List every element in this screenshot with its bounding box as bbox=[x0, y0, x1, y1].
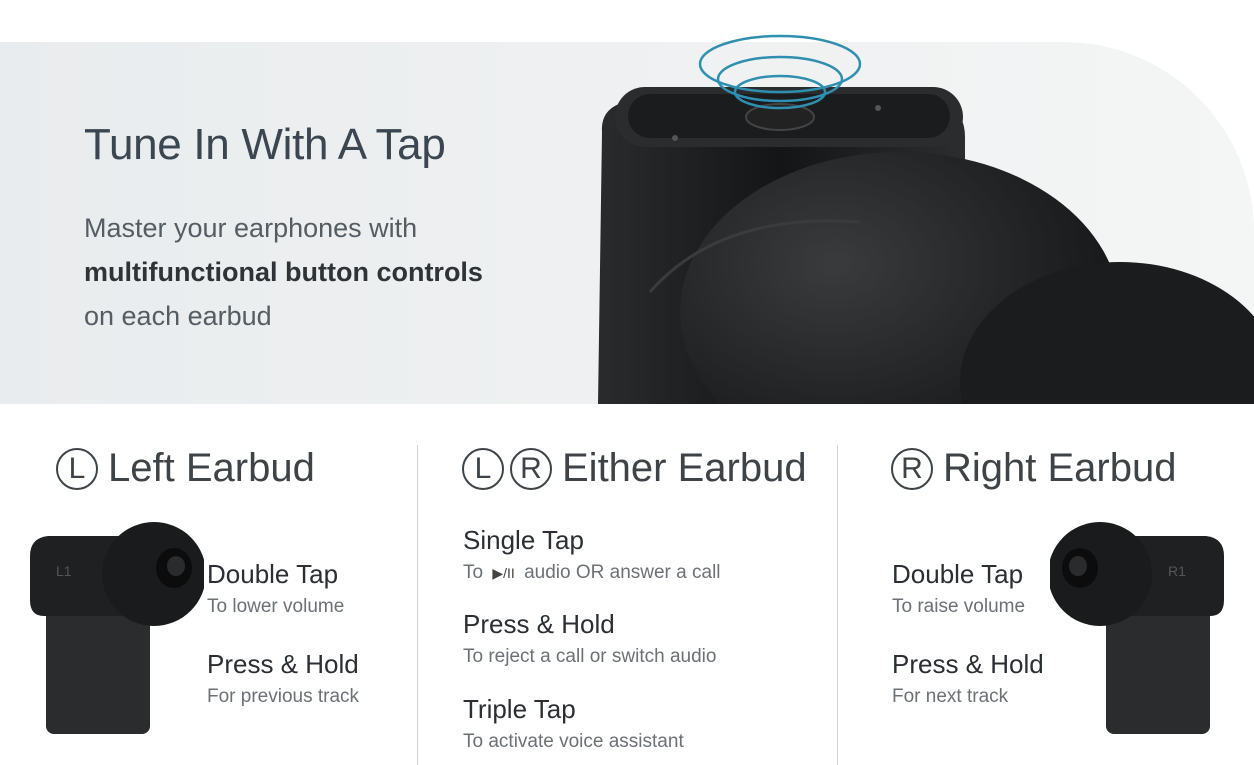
hero-subtitle-bold: multifunctional button controls bbox=[84, 257, 483, 287]
either-earbud-title: Either Earbud bbox=[562, 446, 807, 490]
right-earbud-heading: R Right Earbud bbox=[891, 446, 1176, 491]
left-earbud-image: L1 bbox=[30, 522, 204, 734]
left-press-hold-desc: For previous track bbox=[207, 686, 360, 707]
right-double-tap-desc: To raise volume bbox=[892, 596, 1026, 617]
column-divider bbox=[417, 445, 418, 765]
triple-tap-desc: To activate voice assistant bbox=[463, 731, 684, 752]
earbud-closeup-image bbox=[598, 87, 1254, 404]
left-press-hold-title: Press & Hold bbox=[207, 649, 359, 679]
hero-subtitle-line: Master your earphones with bbox=[84, 213, 418, 243]
right-bud-label: R1 bbox=[1168, 563, 1186, 579]
left-earbud-title: Left Earbud bbox=[108, 446, 315, 490]
right-earbud-title: Right Earbud bbox=[943, 446, 1177, 490]
right-press-hold-title: Press & Hold bbox=[892, 649, 1044, 679]
either-earbud-heading: L R Either Earbud bbox=[462, 446, 807, 491]
right-earbud-image: R1 bbox=[1050, 522, 1224, 734]
either-press-hold-title: Press & Hold bbox=[463, 609, 615, 639]
single-tap-desc: To ▶/II audio OR answer a call bbox=[463, 562, 721, 583]
left-earbud-heading: L Left Earbud bbox=[56, 446, 315, 491]
hero-title: Tune In With A Tap bbox=[84, 120, 446, 169]
right-badge-icon: R bbox=[891, 447, 933, 490]
left-badge-icon: L bbox=[462, 447, 504, 490]
right-double-tap-title: Double Tap bbox=[892, 559, 1024, 589]
hero-subtitle: Master your earphones with multifunction… bbox=[84, 206, 524, 338]
right-press-hold-desc: For next track bbox=[892, 686, 1009, 707]
triple-tap-title: Triple Tap bbox=[463, 694, 576, 724]
hero-banner: Tune In With A Tap Master your earphones… bbox=[0, 42, 1254, 404]
left-badge-icon: L bbox=[56, 447, 98, 490]
single-tap-title: Single Tap bbox=[463, 525, 584, 555]
right-badge-icon: R bbox=[510, 447, 552, 490]
tap-ripple-icon bbox=[698, 34, 862, 110]
play-pause-icon: ▶/II bbox=[492, 565, 515, 581]
hero-subtitle-line: on each earbud bbox=[84, 301, 272, 331]
either-press-hold-desc: To reject a call or switch audio bbox=[463, 646, 717, 667]
left-double-tap-desc: To lower volume bbox=[207, 596, 345, 617]
left-double-tap-title: Double Tap bbox=[207, 559, 339, 589]
column-divider bbox=[837, 445, 838, 765]
left-bud-label: L1 bbox=[56, 563, 72, 579]
